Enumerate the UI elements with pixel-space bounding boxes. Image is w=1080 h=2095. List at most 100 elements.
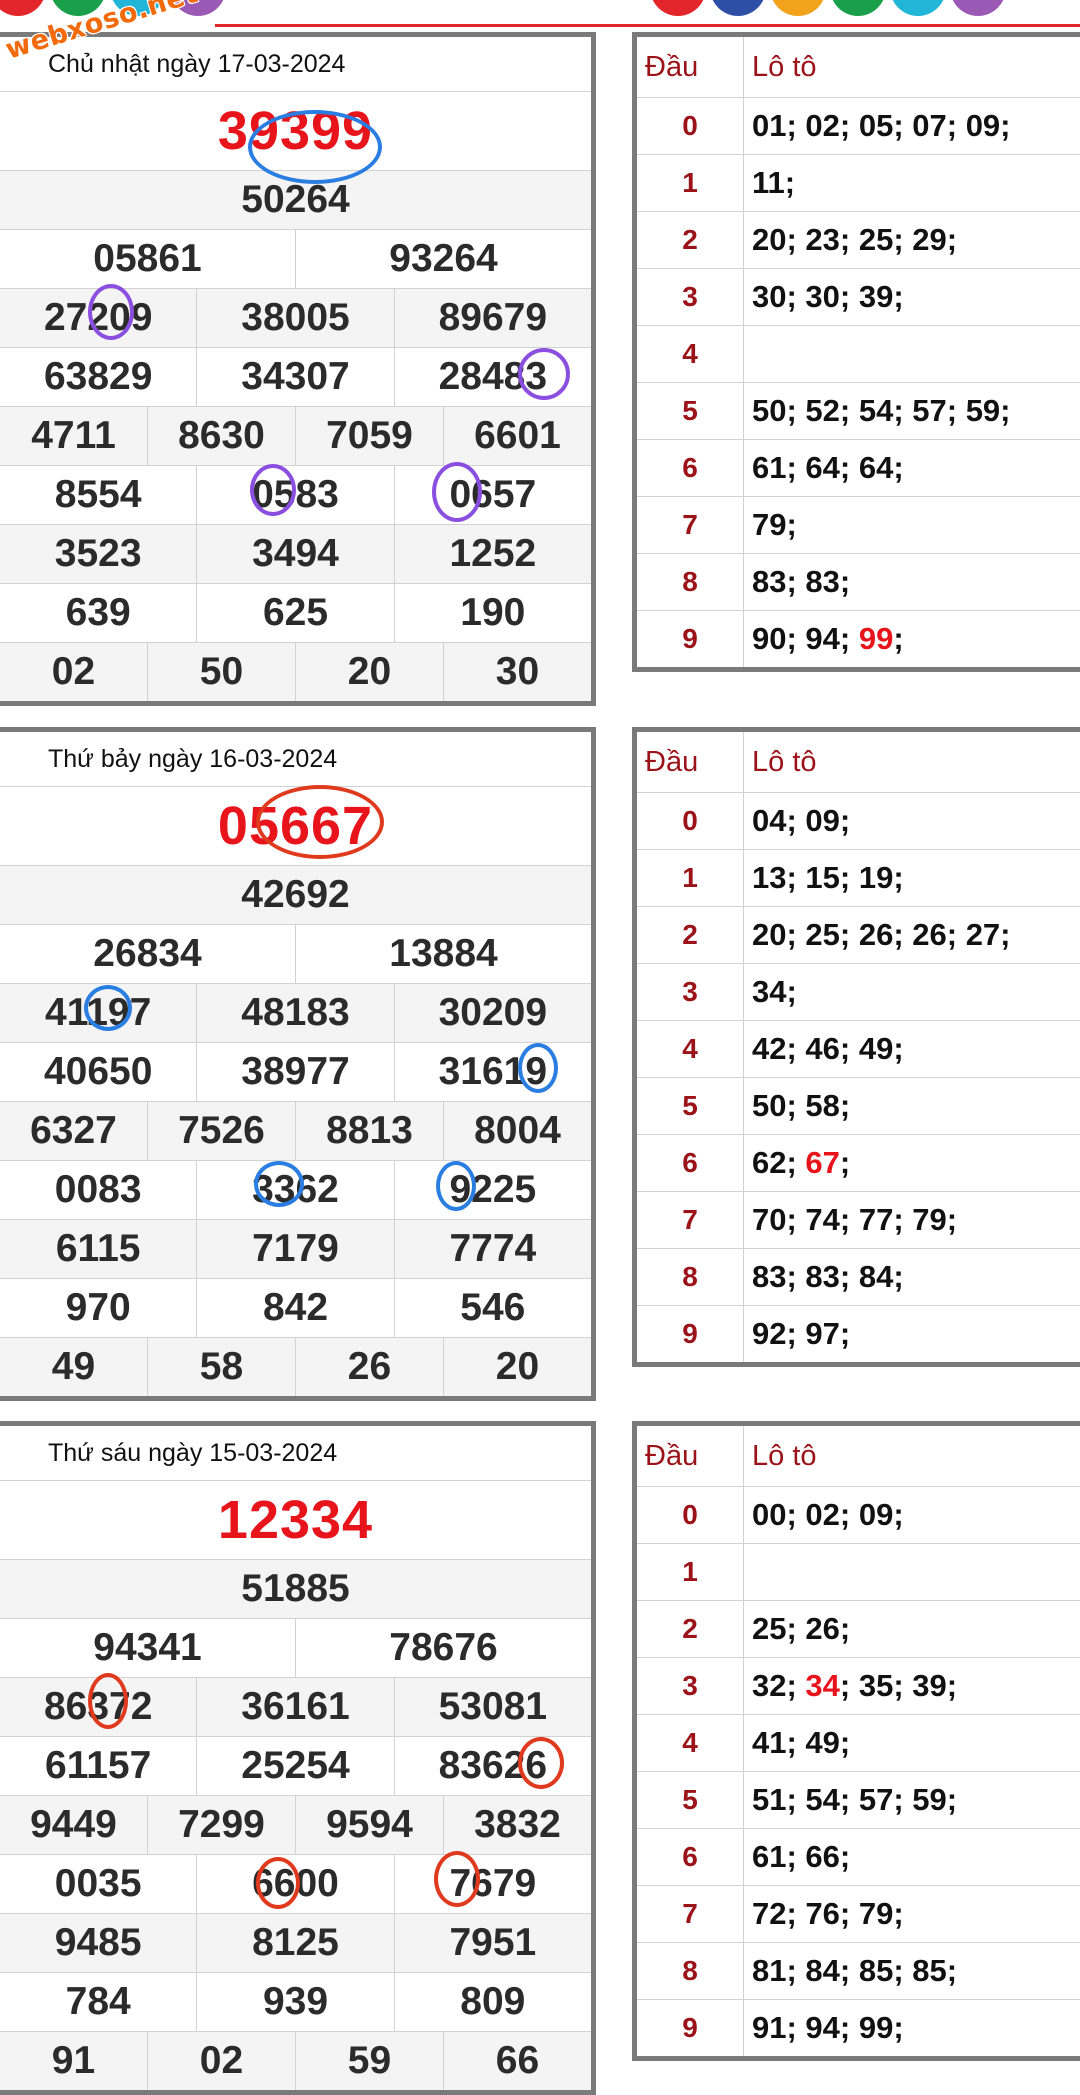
- loto-value: 83: [752, 564, 787, 599]
- separator: ;: [893, 450, 904, 485]
- loto-head-digit: 2: [637, 212, 744, 268]
- loto-header: Lô tô: [752, 1439, 817, 1472]
- separator: ;: [839, 279, 859, 314]
- loto-values: 83; 83;: [744, 554, 1080, 610]
- loto-value: 52: [805, 393, 840, 428]
- prize-number: 6115: [0, 1220, 198, 1278]
- separator: ;: [786, 1497, 806, 1532]
- loto-row: 6 61; 66;: [637, 1829, 1080, 1886]
- prize-number: 3494: [197, 525, 395, 583]
- prize-number: 190: [460, 591, 526, 634]
- loto-value: 83: [805, 1259, 840, 1294]
- second-prize-row: 26834 13884: [0, 925, 591, 984]
- loto-value: 25: [752, 1611, 787, 1646]
- loto-values: 91; 94; 99;: [744, 2000, 1080, 2056]
- loto-values: 61; 64; 64;: [744, 440, 1080, 496]
- loto-row: 0 01; 02; 05; 07; 09;: [637, 98, 1080, 155]
- special-prize: 39399: [217, 101, 374, 161]
- top-red-line: [215, 24, 1080, 27]
- loto-value: 29: [912, 222, 947, 257]
- loto-value: 99: [858, 621, 894, 656]
- loto-value: 04: [752, 803, 787, 838]
- loto-row: 6 61; 64; 64;: [637, 440, 1080, 497]
- special-prize-row: 05667: [0, 787, 591, 866]
- seventh-prize-row: 49 58 26 20: [0, 1338, 591, 1396]
- loto-table: Đầu Lô tô 0 01; 02; 05; 07; 09; 1 11; 2 20; 23;…: [632, 32, 1080, 672]
- prize-number: 7059: [296, 407, 444, 465]
- loto-value: 02: [805, 1497, 840, 1532]
- second-prize-row: 05861 93264: [0, 230, 591, 289]
- results-table: Chủ nhật ngày 17-03-2024 39399 50264 05861 9…: [0, 32, 596, 706]
- prize-number: 8004: [474, 1109, 561, 1152]
- fifth-prize-row: 0083 3362 9225: [0, 1161, 591, 1220]
- loto-value: 83: [805, 564, 840, 599]
- loto-row: 5 50; 58;: [637, 1078, 1080, 1135]
- loto-value: 49: [805, 1725, 840, 1760]
- loto-value: 25: [805, 917, 840, 952]
- loto-row: 7 72; 76; 79;: [637, 1886, 1080, 1943]
- separator: ;: [893, 1202, 913, 1237]
- loto-head-digit: 1: [637, 1544, 744, 1600]
- prize-number: 20: [296, 643, 444, 701]
- loto-value: 99: [858, 2010, 894, 2045]
- separator: ;: [893, 1497, 904, 1532]
- loto-values: 81; 84; 85; 85;: [744, 1943, 1080, 1999]
- dau-header: Đầu: [637, 1426, 744, 1486]
- loto-value: 94: [805, 2010, 840, 2045]
- prize-number: 8630: [148, 407, 296, 465]
- prize-number: 94341: [0, 1619, 296, 1677]
- loto-head-digit: 0: [637, 793, 744, 849]
- loto-value: 27: [965, 917, 1001, 952]
- separator: ;: [893, 393, 913, 428]
- dau-header: Đầu: [637, 732, 744, 792]
- prize-number: 7774: [449, 1227, 537, 1270]
- prize-number: 58: [148, 1338, 296, 1396]
- loto-row: 3 34;: [637, 964, 1080, 1021]
- loto-value: 64: [858, 450, 894, 485]
- draw-date-row: Chủ nhật ngày 17-03-2024: [0, 37, 591, 92]
- loto-value: 51: [752, 1782, 787, 1817]
- separator: ;: [786, 1611, 806, 1646]
- prize-number: 970: [0, 1279, 198, 1337]
- separator: ;: [839, 2010, 859, 2045]
- separator: ;: [786, 974, 797, 1009]
- loto-values: 20; 23; 25; 29;: [744, 212, 1080, 268]
- loto-header-row: Đầu Lô tô: [637, 37, 1080, 98]
- prize-number: 59: [296, 2032, 444, 2090]
- prize-number: 42692: [241, 873, 350, 916]
- prize-number: 8554: [0, 466, 198, 524]
- loto-row: 2 25; 26;: [637, 1601, 1080, 1658]
- loto-value: 54: [858, 393, 894, 428]
- loto-row: 4 41; 49;: [637, 1715, 1080, 1772]
- prize-number: 8813: [296, 1102, 444, 1160]
- loto-value: 34: [752, 974, 787, 1009]
- separator: ;: [893, 222, 913, 257]
- sixth-prize-row: 970 842 546: [0, 1279, 591, 1338]
- loto-value: 84: [805, 1953, 840, 1988]
- separator: ;: [786, 1145, 806, 1180]
- loto-values: 92; 97;: [744, 1306, 1080, 1362]
- separator: ;: [786, 1725, 806, 1760]
- loto-values: 79;: [744, 497, 1080, 553]
- loto-table: Đầu Lô tô 0 00; 02; 09; 1 2 25; 26; 3 32; 34; 35…: [632, 1421, 1080, 2061]
- separator: ;: [786, 2010, 806, 2045]
- loto-value: 91: [752, 2010, 787, 2045]
- decor-dot: [0, 0, 46, 16]
- loto-row: 9 90; 94; 99;: [637, 611, 1080, 667]
- results-table: Thứ sáu ngày 15-03-2024 12334 51885 94341 78…: [0, 1421, 596, 2095]
- prize-number: 27209: [0, 289, 198, 347]
- loto-value: 26: [912, 917, 947, 952]
- loto-value: 77: [858, 1202, 894, 1237]
- separator: ;: [839, 1668, 859, 1703]
- separator: ;: [893, 917, 913, 952]
- separator: ;: [839, 222, 859, 257]
- fifth-prize-row: 9485 8125 7951: [0, 1914, 591, 1973]
- loto-head-digit: 2: [637, 1601, 744, 1657]
- loto-values: 42; 46; 49;: [744, 1021, 1080, 1077]
- separator: ;: [893, 108, 913, 143]
- special-prize: 12334: [217, 1490, 374, 1550]
- separator: ;: [946, 108, 966, 143]
- seventh-prize-row: 02 50 20 30: [0, 643, 591, 701]
- separator: ;: [946, 222, 958, 257]
- separator: ;: [786, 621, 806, 656]
